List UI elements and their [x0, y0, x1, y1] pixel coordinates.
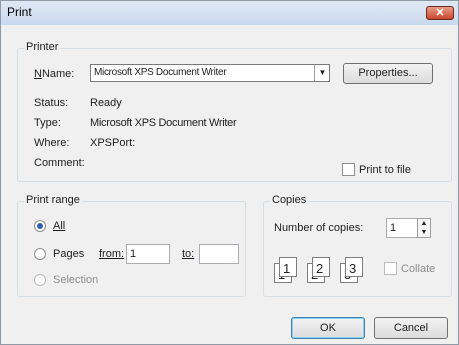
- close-button[interactable]: ✕: [426, 6, 454, 20]
- copies-legend: Copies: [270, 194, 309, 206]
- type-value: Microsoft XPS Document Writer: [90, 117, 237, 129]
- to-page-input[interactable]: [199, 244, 239, 264]
- status-value: Ready: [90, 97, 122, 109]
- window-title: Print: [7, 5, 32, 19]
- printer-name-label: NName:: [34, 68, 75, 80]
- from-page-input[interactable]: 1: [126, 244, 170, 264]
- title-bar: Print ✕: [1, 1, 458, 25]
- number-of-copies-input[interactable]: 1: [386, 218, 418, 238]
- status-label: Status:: [34, 97, 69, 109]
- where-value: XPSPort:: [90, 137, 136, 149]
- all-label[interactable]: All: [53, 220, 65, 232]
- to-label: to:: [182, 248, 195, 260]
- print-to-file-label[interactable]: Print to file: [359, 164, 411, 176]
- comment-label: Comment:: [34, 157, 85, 169]
- cancel-button[interactable]: Cancel: [374, 317, 448, 339]
- all-radio[interactable]: [34, 220, 46, 232]
- printer-name-select[interactable]: Microsoft XPS Document Writer ▼: [90, 64, 330, 82]
- printer-legend: Printer: [24, 41, 61, 53]
- printer-name-label-text: Name:: [41, 68, 75, 80]
- collate-checkbox: [384, 262, 397, 275]
- print-range-legend: Print range: [24, 194, 82, 206]
- ok-button[interactable]: OK: [291, 317, 365, 339]
- collate-label: Collate: [401, 263, 436, 275]
- from-label: from:: [99, 248, 125, 260]
- selection-radio: [34, 274, 46, 286]
- number-of-copies-label: Number of copies:: [274, 222, 364, 234]
- chevron-down-icon[interactable]: ▼: [314, 65, 330, 81]
- copies-spinner[interactable]: ▲ ▼: [417, 218, 431, 238]
- pages-label[interactable]: Pages: [53, 248, 84, 260]
- type-label: Type:: [34, 117, 61, 129]
- printer-name-value: Microsoft XPS Document Writer: [94, 67, 227, 78]
- print-to-file-checkbox[interactable]: [342, 163, 355, 176]
- properties-button[interactable]: Properties...: [343, 63, 433, 84]
- print-dialog: Print ✕ Printer NName: Microsoft XPS Doc…: [0, 0, 459, 345]
- selection-label: Selection: [53, 274, 99, 286]
- pages-radio[interactable]: [34, 248, 46, 260]
- where-label: Where:: [34, 137, 70, 149]
